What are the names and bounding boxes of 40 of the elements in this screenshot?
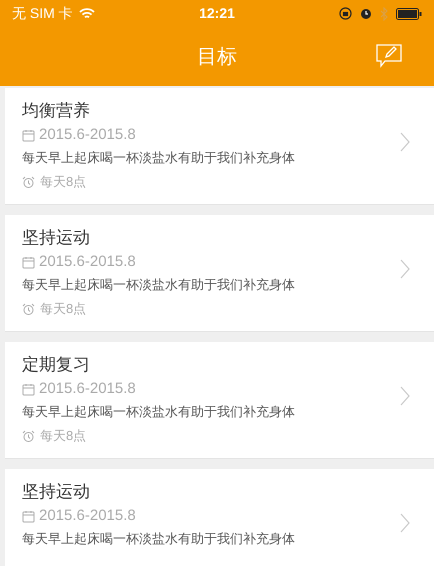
chevron-right-icon: [400, 513, 410, 533]
status-time: 12:21: [199, 4, 235, 23]
rotation-lock-icon: [339, 7, 352, 20]
goal-card[interactable]: 坚持运动 2015.6-2015.8 每天早上起床喝一杯淡盐水有助于我们补充身体: [5, 469, 434, 566]
goal-period: 2015.6-2015.8: [39, 252, 136, 272]
goal-title: 均衡营养: [22, 100, 91, 122]
goal-period: 2015.6-2015.8: [39, 125, 136, 145]
calendar-icon: [22, 510, 35, 522]
battery-icon: [396, 8, 422, 20]
compose-button[interactable]: [376, 43, 402, 69]
goal-card[interactable]: 定期复习 2015.6-2015.8 每天早上起床喝一杯淡盐水有助于我们补充身体 每天8点: [5, 342, 434, 459]
bluetooth-icon: [380, 6, 388, 20]
alarm-clock-icon: [22, 302, 35, 316]
wifi-icon: [78, 8, 95, 20]
calendar-icon: [22, 382, 35, 396]
goal-title: 坚持运动: [22, 227, 91, 249]
alarm-icon: [360, 7, 372, 20]
carrier-label: 无 SIM 卡: [12, 4, 73, 23]
alarm-clock-icon: [22, 430, 35, 442]
goal-period: 2015.6-2015.8: [39, 379, 136, 399]
reminder-time: 每天8点: [40, 173, 86, 191]
chevron-right-icon: [400, 132, 410, 152]
chevron-right-icon: [400, 386, 410, 406]
page-title: 目标: [197, 44, 237, 70]
goal-description: 每天早上起床喝一杯淡盐水有助于我们补充身体: [22, 403, 296, 421]
goal-card[interactable]: 坚持运动 2015.6-2015.8 每天早上起床喝一杯淡盐水有助于我们补充身体 每天8点: [5, 215, 434, 332]
goal-period: 2015.6-2015.8: [39, 506, 136, 526]
reminder-time: 每天8点: [40, 300, 86, 318]
goal-card[interactable]: 均衡营养 2015.6-2015.8 每天早上起床喝一杯淡盐水有助于我们补充身体 每天8点: [5, 88, 434, 205]
goal-description: 每天早上起床喝一杯淡盐水有助于我们补充身体: [22, 530, 296, 548]
calendar-icon: [22, 256, 35, 268]
alarm-clock-icon: [22, 176, 35, 188]
goal-description: 每天早上起床喝一杯淡盐水有助于我们补充身体: [22, 276, 296, 294]
goal-description: 每天早上起床喝一杯淡盐水有助于我们补充身体: [22, 149, 296, 167]
goal-title: 定期复习: [22, 354, 91, 376]
calendar-icon: [22, 128, 35, 142]
reminder-time: 每天8点: [40, 427, 86, 445]
compose-icon: [376, 44, 402, 68]
goal-title: 坚持运动: [22, 481, 91, 503]
chevron-right-icon: [400, 259, 410, 279]
